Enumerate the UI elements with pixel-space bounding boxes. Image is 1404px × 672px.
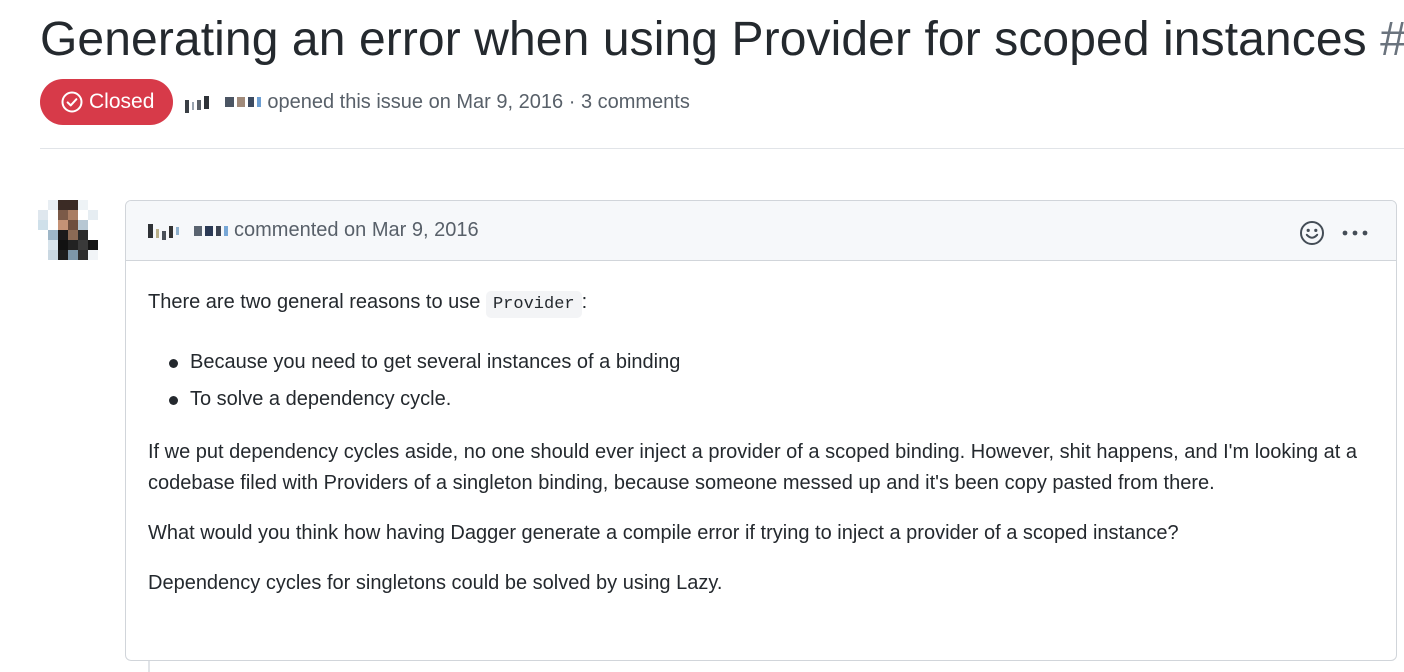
issue-meta: Closed opened this issue on Mar 9, 2016 …: [40, 78, 690, 126]
state-badge: Closed: [40, 79, 174, 125]
issue-number: #3: [1380, 13, 1404, 66]
comments-count[interactable]: 3 comments: [581, 91, 690, 113]
comment-paragraph-1: If we put dependency cycles aside, no on…: [148, 441, 1358, 494]
comment-body: There are two general reasons to use Pro…: [126, 261, 1396, 599]
list-item: To solve a dependency cycle.: [148, 381, 1374, 418]
issue-opened-text: opened this issue on Mar 9, 2016 · 3 com…: [267, 90, 690, 113]
comment-box: commented on Mar 9, 2016 There are two g…: [125, 200, 1397, 661]
kebab-horizontal-icon[interactable]: [1340, 221, 1370, 245]
comment-paragraph-2: What would you think how having Dagger g…: [148, 522, 1179, 544]
list-item: Because you need to get several instance…: [148, 344, 1374, 381]
reasons-list: Because you need to get several instance…: [148, 344, 1374, 418]
comment-header: commented on Mar 9, 2016: [126, 201, 1396, 261]
state-label: Closed: [89, 90, 155, 113]
timeline-line: [148, 661, 150, 672]
header-divider: [40, 148, 1404, 149]
avatar[interactable]: [38, 200, 98, 260]
comment-intro: There are two general reasons to use Pro…: [148, 287, 1374, 320]
issue-page: Generating an error when using Provider …: [0, 0, 1404, 672]
issue-title-text: Generating an error when using Provider …: [40, 13, 1367, 66]
smiley-icon[interactable]: [1298, 219, 1326, 247]
issue-author-link[interactable]: [185, 92, 262, 113]
comment-paragraph-3: Dependency cycles for singletons could b…: [148, 572, 723, 594]
comment-author-link[interactable]: [148, 221, 228, 240]
check-circle-icon: [60, 90, 84, 114]
comment-timestamp[interactable]: commented on Mar 9, 2016: [234, 219, 479, 242]
inline-code: Provider: [485, 291, 582, 318]
issue-title: Generating an error when using Provider …: [40, 8, 1404, 72]
